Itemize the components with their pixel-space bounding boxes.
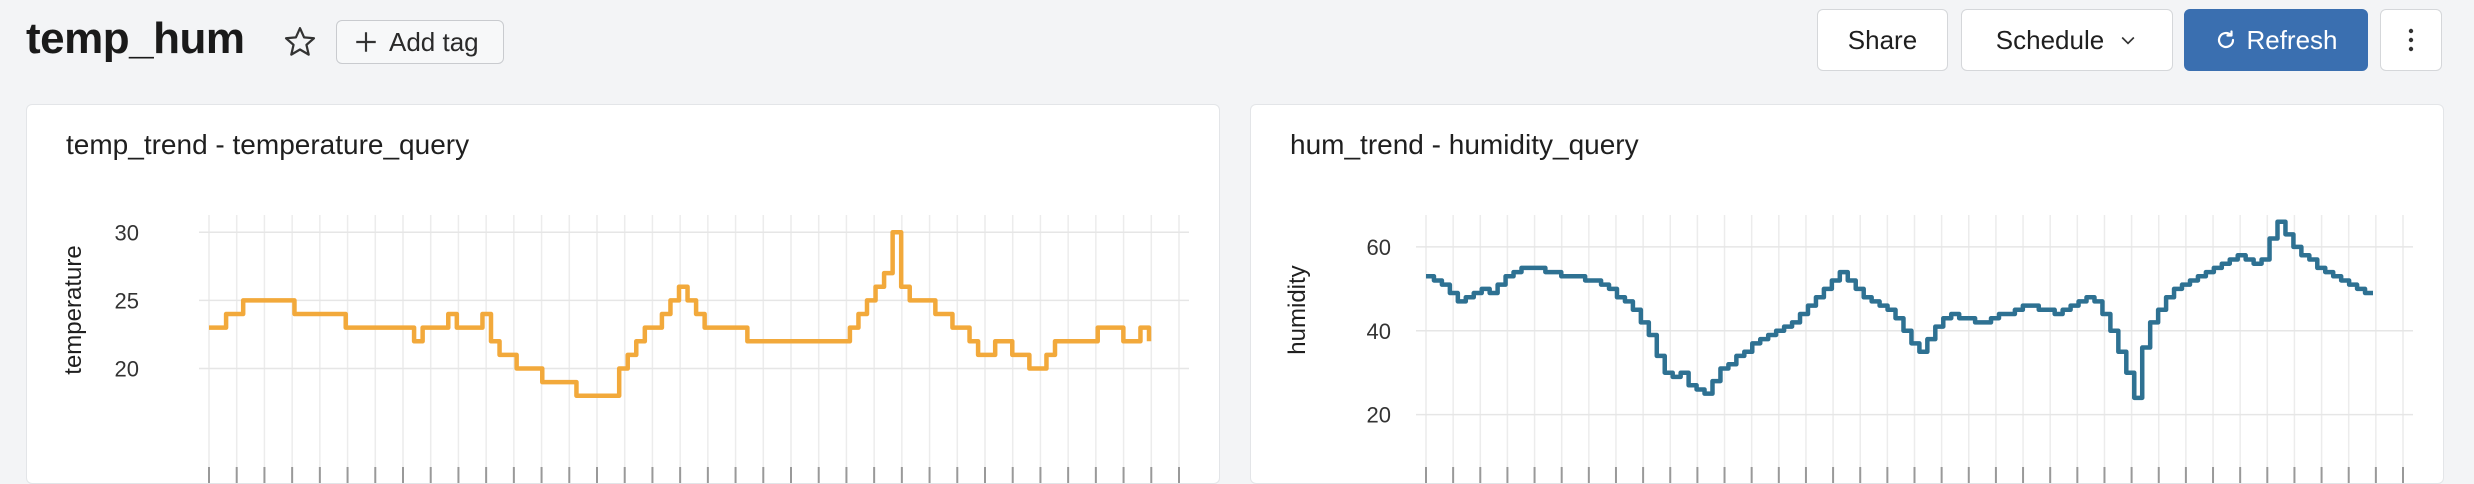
humidity-chart: 20 40 60 humidity <box>1284 215 2413 483</box>
dashboard-header: temp_hum Add tag Share Schedule Refresh <box>0 0 2474 96</box>
page-title: temp_hum <box>26 14 245 63</box>
y-tick-label: 60 <box>1367 235 1391 260</box>
y-axis-label: temperature <box>60 245 87 374</box>
add-tag-button[interactable]: Add tag <box>336 20 504 64</box>
share-button[interactable]: Share <box>1817 9 1948 71</box>
temperature-chart: 20 25 30 temperature <box>60 215 1189 483</box>
more-options-button[interactable] <box>2380 9 2442 71</box>
schedule-label: Schedule <box>1995 24 2105 55</box>
y-tick-label: 40 <box>1367 319 1391 344</box>
y-tick-label: 25 <box>115 288 139 313</box>
chevron-down-icon <box>2121 36 2135 45</box>
refresh-icon <box>2218 30 2235 49</box>
star-icon[interactable] <box>282 24 318 60</box>
plus-icon <box>356 32 376 52</box>
y-axis-label: humidity <box>1284 265 1311 354</box>
kebab-icon <box>2408 28 2414 52</box>
humidity-panel: hum_trend - humidity_query 20 40 60 humidit… <box>1250 104 2444 484</box>
refresh-button[interactable]: Refresh <box>2184 9 2368 71</box>
series-line <box>209 230 1152 398</box>
series-line <box>1426 219 2373 401</box>
grid <box>1416 215 2413 483</box>
y-tick-label: 20 <box>115 357 139 382</box>
refresh-label: Refresh <box>2246 24 2338 55</box>
add-tag-label: Add tag <box>389 26 479 57</box>
grid <box>199 215 1189 483</box>
schedule-dropdown[interactable]: Schedule <box>1961 9 2173 71</box>
y-tick-label: 20 <box>1367 403 1391 428</box>
share-label: Share <box>1847 24 1918 55</box>
y-tick-label: 30 <box>115 220 139 245</box>
temperature-panel: temp_trend - temperature_query 20 25 30 tem… <box>26 104 1220 484</box>
